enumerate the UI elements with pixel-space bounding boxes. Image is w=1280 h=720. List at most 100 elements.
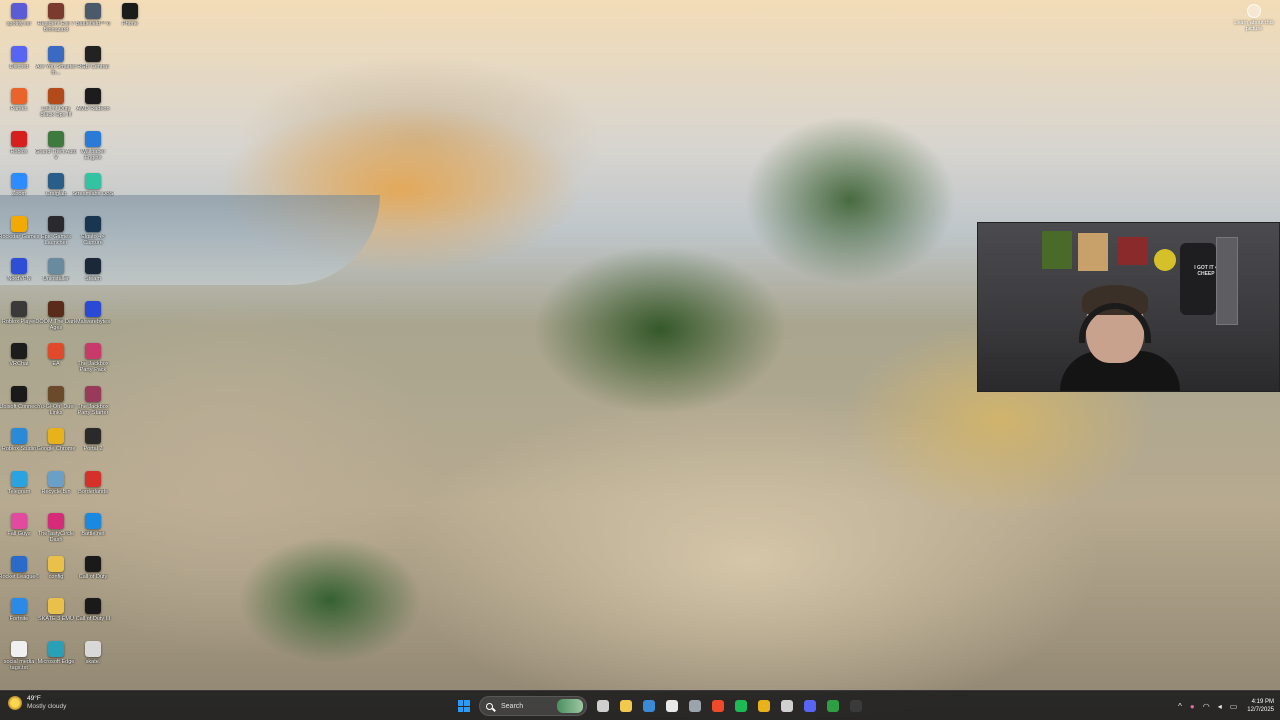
desktop-icon[interactable]: Roblox xyxy=(0,130,38,171)
taskbar-app[interactable] xyxy=(777,696,797,716)
desktop-icon[interactable]: Yu-Gi-Oh! Duel Links xyxy=(37,385,75,426)
chrome-icon xyxy=(757,700,770,712)
desktop-icon[interactable]: Grand Theft Auto V xyxy=(35,130,77,171)
mail-icon xyxy=(665,700,678,712)
taskbar-app[interactable] xyxy=(800,696,820,716)
desktop-icon[interactable]: AMD Radeon xyxy=(74,88,112,128)
taskbar-center: Search xyxy=(452,694,867,718)
desktop-icon[interactable]: spotify.ver xyxy=(0,3,38,43)
clock[interactable]: 4:19 PM 12/7/2025 xyxy=(1247,698,1274,714)
desktop-icon[interactable]: Ubisoft Connect xyxy=(0,385,39,426)
desktop-icon[interactable]: Call of Duty III xyxy=(74,598,112,638)
ubisoft-icon xyxy=(11,385,27,402)
desktop-icon[interactable]: Malwarebytes xyxy=(74,300,112,341)
tasty-circle-icon xyxy=(48,513,64,529)
uninstaller-icon xyxy=(48,258,64,274)
desktop-icon[interactable]: Discord xyxy=(0,45,38,86)
taskbar-app[interactable] xyxy=(708,696,728,716)
desktop-icon[interactable]: Resident Evil 7 Biohazard xyxy=(37,3,75,43)
desktop-icon[interactable]: Telegram xyxy=(0,470,38,511)
wifi-icon[interactable]: ◠ xyxy=(1203,702,1210,711)
desktop-icon[interactable]: RGB Central xyxy=(74,45,112,86)
roblox-player-icon xyxy=(11,300,27,317)
desktop-icon-label: VRChat xyxy=(9,361,29,367)
desktop-icon[interactable]: Battle.net xyxy=(74,513,112,553)
desktop-icon[interactable]: Epic Games Launcher xyxy=(37,215,75,256)
desktop-icon-label: Telegram xyxy=(7,488,31,495)
desktop-icon[interactable]: skate. xyxy=(74,640,112,681)
battery-icon[interactable]: ▭ xyxy=(1230,702,1238,711)
desktop-icon-label: Rocket League® xyxy=(0,573,40,580)
desktop-icon[interactable]: VRChat xyxy=(0,343,38,383)
taskbar-app[interactable] xyxy=(731,696,751,716)
desktop-icon[interactable]: Call of Duty Black Ops III xyxy=(37,88,75,128)
desktop-icon-label: Roblox Studio xyxy=(1,446,37,452)
desktop-icon-label: Rockstar Games xyxy=(0,233,40,240)
microphone-icon[interactable]: ● xyxy=(1190,702,1195,711)
desktop-icon[interactable]: TheTastyCircle Dash xyxy=(37,513,75,553)
desktop-icon[interactable]: Borderlands xyxy=(74,470,112,511)
weather-widget[interactable]: 49°F Mostly cloudy xyxy=(8,695,66,711)
tray-chevron-icon[interactable]: ^ xyxy=(1178,702,1182,711)
taskbar-app[interactable] xyxy=(846,696,866,716)
desktop-icon[interactable]: Roblox Player xyxy=(0,300,38,341)
desktop-icon[interactable]: Zoom xyxy=(0,173,38,213)
taskbar-app[interactable] xyxy=(823,696,843,716)
taskbar-app[interactable] xyxy=(639,696,659,716)
desktop-icon[interactable]: NordVPN xyxy=(0,258,38,298)
desktop-icon-label: Yu-Gi-Oh! Duel Links xyxy=(37,403,75,416)
desktop-icon[interactable]: Phone xyxy=(111,3,149,43)
desktop-icon[interactable]: Uninstaller xyxy=(37,258,75,298)
task-view-icon xyxy=(596,700,609,712)
desktop-icon[interactable]: Microsoft Edge xyxy=(37,640,75,681)
desktop-icon[interactable]: social media tags.txt xyxy=(0,640,38,681)
volume-icon[interactable]: ◂ xyxy=(1218,702,1222,711)
vrchat-icon xyxy=(11,343,27,359)
obs-icon xyxy=(780,700,793,712)
smiley-sign xyxy=(1154,249,1176,271)
desktop-icon[interactable]: Elgato 4K Capture xyxy=(74,215,112,256)
desktop-icon-label: Call of Duty Black Ops III xyxy=(40,106,72,118)
desktop-icon[interactable]: DOOM The Dark Ages xyxy=(35,300,77,341)
desktop-icon[interactable]: Steam xyxy=(74,258,112,298)
taskbar-app[interactable] xyxy=(593,696,613,716)
desktop-icon[interactable]: Call of Duty xyxy=(74,555,112,596)
taskbar-app[interactable] xyxy=(685,696,705,716)
desktop-icon[interactable]: config xyxy=(37,555,75,596)
taskbar-search[interactable]: Search xyxy=(479,696,587,716)
desktop-icon[interactable]: Portal 2 xyxy=(74,428,112,468)
start-button[interactable] xyxy=(454,696,474,716)
desktop-icon-label: Zoom xyxy=(11,191,27,197)
desktop-icon[interactable]: SKATE 3 EMU xyxy=(37,598,75,638)
desktop-icon[interactable]: Roblox Studio xyxy=(0,428,38,468)
desktop-icon[interactable]: Google Chrome xyxy=(37,428,75,468)
desktop-icon[interactable]: Battlefield™ 6 xyxy=(74,3,112,43)
desktop-icon[interactable]: Craiglab xyxy=(37,173,75,213)
xbox-icon xyxy=(826,700,839,712)
taskbar-app[interactable] xyxy=(754,696,774,716)
desktop-icon-label: Borderlands xyxy=(78,488,108,495)
desktop-icon[interactable]: Are You Smarter th... xyxy=(36,45,76,86)
taskbar-app[interactable] xyxy=(662,696,682,716)
desktop-icon[interactable]: Recycle Bin xyxy=(37,470,75,511)
desktop-icon-label: NordVPN xyxy=(7,276,31,282)
desktop-icon[interactable]: Fall Guys xyxy=(0,513,38,553)
desktop-icon[interactable]: Rockstar Games xyxy=(0,215,40,256)
desktop-icon[interactable]: Wallpaper Engine xyxy=(74,130,112,171)
desktop-icon[interactable]: Rocket League® xyxy=(0,555,40,596)
taskbar-app[interactable] xyxy=(616,696,636,716)
hanging-shirt xyxy=(1180,243,1216,315)
desktop-icon[interactable]: Fortnite xyxy=(0,598,38,638)
desktop-icon-label: Wallpaper Engine xyxy=(80,148,106,161)
desktop-icon[interactable]: Parsec xyxy=(0,88,38,128)
desktop-icon-label: Elgato 4K Capture xyxy=(81,233,105,246)
desktop-icon-label: Uninstaller xyxy=(43,276,69,282)
desktop-icon-label: Recycle Bin xyxy=(41,488,71,495)
jackbox-starter-icon xyxy=(85,385,101,402)
wall-poster xyxy=(1042,231,1072,269)
desktop-icon[interactable]: EA xyxy=(37,343,75,383)
learn-about-picture[interactable]: Learn about this picture xyxy=(1234,4,1274,32)
desktop-icon[interactable]: The Jackbox Party Starter xyxy=(74,385,112,426)
desktop-icon[interactable]: Streamlabs OBS xyxy=(73,173,113,213)
desktop-icon[interactable]: The Jackbox Party Pack xyxy=(74,343,112,383)
